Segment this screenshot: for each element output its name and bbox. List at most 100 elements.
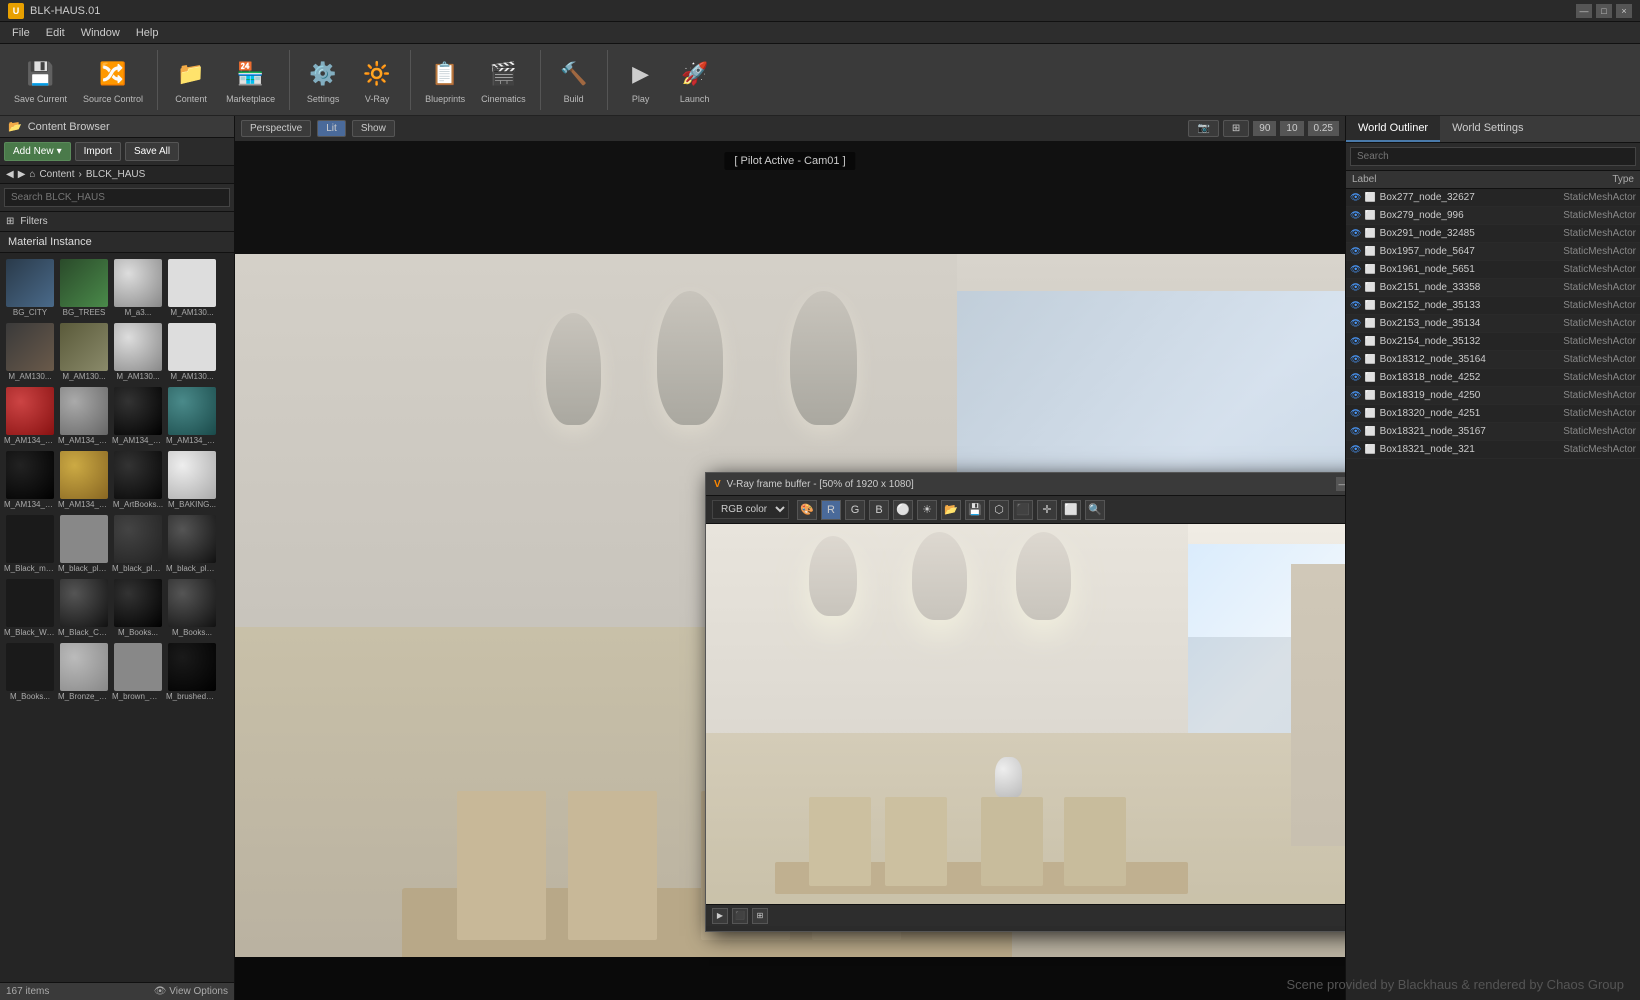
blueprints-button[interactable]: 📋 Blueprints bbox=[419, 52, 471, 108]
vray-vase bbox=[995, 757, 1023, 797]
save-current-button[interactable]: 💾 Save Current bbox=[8, 52, 73, 108]
asset-item[interactable]: M_Black_mttl... bbox=[4, 513, 56, 575]
asset-item[interactable]: M_Books... bbox=[4, 641, 56, 703]
asset-item[interactable]: M_Black_Wood... bbox=[4, 577, 56, 639]
table-row[interactable]: 👁 ⬜ Box18312_node_35164 StaticMeshActor bbox=[1346, 351, 1640, 369]
vray-save-btn[interactable]: 💾 bbox=[965, 500, 985, 520]
menu-edit[interactable]: Edit bbox=[38, 25, 73, 41]
cinematics-button[interactable]: 🎬 Cinematics bbox=[475, 52, 532, 108]
outliner-search-input[interactable] bbox=[1350, 147, 1636, 166]
asset-item[interactable]: M_AM134_24... bbox=[4, 385, 56, 447]
maximize-button[interactable]: □ bbox=[1596, 4, 1612, 18]
vray-lens-btn[interactable]: 🔍 bbox=[1085, 500, 1105, 520]
vray-move-btn[interactable]: ✛ bbox=[1037, 500, 1057, 520]
asset-item[interactable]: M_AM130... bbox=[4, 321, 56, 383]
settings-button[interactable]: ⚙️ Settings bbox=[298, 52, 348, 108]
asset-item[interactable]: M_AM134_38... bbox=[166, 385, 218, 447]
menu-file[interactable]: File bbox=[4, 25, 38, 41]
table-row[interactable]: 👁 ⬜ Box277_node_32627 StaticMeshActor bbox=[1346, 189, 1640, 207]
asset-item[interactable]: M_black_plastic_mtl... bbox=[112, 513, 164, 575]
table-row[interactable]: 👁 ⬜ Box1961_node_5651 StaticMeshActor bbox=[1346, 261, 1640, 279]
table-row[interactable]: 👁 ⬜ Box18319_node_4250 StaticMeshActor bbox=[1346, 387, 1640, 405]
close-button[interactable]: × bbox=[1616, 4, 1632, 18]
vray-compare-btn[interactable]: ⬜ bbox=[1061, 500, 1081, 520]
vray-exposure-btn[interactable]: ☀ bbox=[917, 500, 937, 520]
lit-button[interactable]: Lit bbox=[317, 120, 346, 137]
vray-status-btn-1[interactable]: ▶ bbox=[712, 908, 728, 924]
minimize-button[interactable]: — bbox=[1576, 4, 1592, 18]
vray-g-btn[interactable]: G bbox=[845, 500, 865, 520]
menu-window[interactable]: Window bbox=[73, 25, 128, 41]
table-row[interactable]: 👁 ⬜ Box18318_node_4252 StaticMeshActor bbox=[1346, 369, 1640, 387]
grid-btn[interactable]: ⊞ bbox=[1223, 120, 1249, 137]
vray-r-btn[interactable]: R bbox=[821, 500, 841, 520]
table-row[interactable]: 👁 ⬜ Box2153_node_35134 StaticMeshActor bbox=[1346, 315, 1640, 333]
asset-item[interactable]: M_Bronze_mtl... bbox=[58, 641, 110, 703]
import-button[interactable]: Import bbox=[75, 142, 121, 161]
table-row[interactable]: 👁 ⬜ Box18321_node_321 StaticMeshActor bbox=[1346, 441, 1640, 459]
asset-item[interactable]: M_a3... bbox=[112, 257, 164, 319]
table-row[interactable]: 👁 ⬜ Box18321_node_35167 StaticMeshActor bbox=[1346, 423, 1640, 441]
build-button[interactable]: 🔨 Build bbox=[549, 52, 599, 108]
menu-help[interactable]: Help bbox=[128, 25, 167, 41]
perspective-button[interactable]: Perspective bbox=[241, 120, 311, 137]
asset-item[interactable]: M_AM134_38... bbox=[112, 385, 164, 447]
vray-button[interactable]: 🔆 V-Ray bbox=[352, 52, 402, 108]
search-input[interactable] bbox=[4, 188, 230, 207]
camera-icon-btn[interactable]: 📷 bbox=[1188, 120, 1218, 137]
home-icon[interactable]: ⌂ bbox=[29, 169, 35, 180]
launch-button[interactable]: 🚀 Launch bbox=[670, 52, 720, 108]
vray-status-btn-2[interactable]: ⬛ bbox=[732, 908, 748, 924]
vray-minimize-button[interactable]: — bbox=[1336, 477, 1345, 491]
asset-item[interactable]: M_AM130... bbox=[166, 257, 218, 319]
content-icon: 📁 bbox=[173, 56, 209, 92]
vray-status-btn-3[interactable]: ⊞ bbox=[752, 908, 768, 924]
asset-item[interactable]: M_ArtBooks... bbox=[112, 449, 164, 511]
vray-region-btn[interactable]: ⬡ bbox=[989, 500, 1009, 520]
add-new-button[interactable]: Add New ▾ bbox=[4, 142, 71, 161]
world-outliner-tab[interactable]: World Outliner bbox=[1346, 116, 1440, 142]
asset-item[interactable]: M_AM134_36... bbox=[58, 449, 110, 511]
viewport-area[interactable]: [ Pilot Active - Cam01 ] bbox=[235, 142, 1345, 1000]
content-button[interactable]: 📁 Content bbox=[166, 52, 216, 108]
view-options-button[interactable]: 👁 View Options bbox=[154, 986, 228, 997]
asset-item[interactable]: M_AM130... bbox=[112, 321, 164, 383]
table-row[interactable]: 👁 ⬜ Box1957_node_5647 StaticMeshActor bbox=[1346, 243, 1640, 261]
table-row[interactable]: 👁 ⬜ Box2152_node_35133 StaticMeshActor bbox=[1346, 297, 1640, 315]
back-icon[interactable]: ◀ bbox=[6, 169, 14, 180]
vray-folder-btn[interactable]: 📂 bbox=[941, 500, 961, 520]
show-button[interactable]: Show bbox=[352, 120, 395, 137]
asset-item[interactable]: BG_CITY bbox=[4, 257, 56, 319]
table-row[interactable]: 👁 ⬜ Box291_node_32485 StaticMeshActor bbox=[1346, 225, 1640, 243]
source-control-button[interactable]: 🔀 Source Control bbox=[77, 52, 149, 108]
table-row[interactable]: 👁 ⬜ Box2154_node_35132 StaticMeshActor bbox=[1346, 333, 1640, 351]
save-all-button[interactable]: Save All bbox=[125, 142, 179, 161]
vray-b-btn[interactable]: B bbox=[869, 500, 889, 520]
asset-item[interactable]: M_brown_mtl... bbox=[112, 641, 164, 703]
world-settings-tab[interactable]: World Settings bbox=[1440, 116, 1535, 142]
asset-item[interactable]: M_AM134_36... bbox=[4, 449, 56, 511]
asset-item[interactable]: M_AM130... bbox=[58, 321, 110, 383]
asset-item[interactable]: M_BAKING... bbox=[166, 449, 218, 511]
table-row[interactable]: 👁 ⬜ Box18320_node_4251 StaticMeshActor bbox=[1346, 405, 1640, 423]
play-button[interactable]: ▶ Play bbox=[616, 52, 666, 108]
asset-item[interactable]: BG_TREES bbox=[58, 257, 110, 319]
table-row[interactable]: 👁 ⬜ Box279_node_996 StaticMeshActor bbox=[1346, 207, 1640, 225]
asset-item[interactable]: M_black_plastic_mtl... bbox=[166, 513, 218, 575]
asset-item[interactable]: M_brushed_plastic_mtl... bbox=[166, 641, 218, 703]
asset-item[interactable]: M_AM134_35... bbox=[58, 385, 110, 447]
vray-color-btn[interactable]: 🎨 bbox=[797, 500, 817, 520]
asset-item[interactable]: M_Black_Ceramic... bbox=[58, 577, 110, 639]
asset-item[interactable]: M_Books... bbox=[112, 577, 164, 639]
asset-item[interactable]: M_Books... bbox=[166, 577, 218, 639]
vray-sphere-btn[interactable]: ⚪ bbox=[893, 500, 913, 520]
marketplace-button[interactable]: 🏪 Marketplace bbox=[220, 52, 281, 108]
asset-item[interactable]: M_AM130... bbox=[166, 321, 218, 383]
table-row[interactable]: 👁 ⬜ Box2151_node_33358 StaticMeshActor bbox=[1346, 279, 1640, 297]
asset-item[interactable]: M_black_plastic_mtl... bbox=[58, 513, 110, 575]
filters-label[interactable]: Filters bbox=[20, 216, 47, 227]
forward-icon[interactable]: ▶ bbox=[18, 169, 26, 180]
vray-stop-btn[interactable]: ⬛ bbox=[1013, 500, 1033, 520]
toolbar: 💾 Save Current 🔀 Source Control 📁 Conten… bbox=[0, 44, 1640, 116]
rgb-color-select[interactable]: RGB color bbox=[712, 500, 789, 519]
